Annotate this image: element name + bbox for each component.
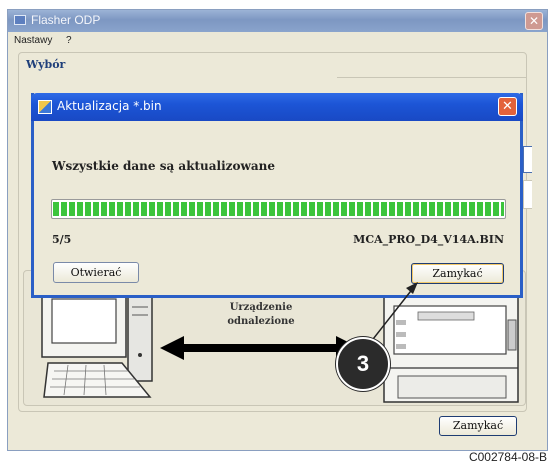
main-close-button[interactable]: Zamykać: [439, 416, 517, 436]
plc-device-icon: [383, 293, 519, 403]
dialog-title: Aktualizacja *.bin: [57, 99, 162, 113]
group-label-wybor: Wybór: [26, 58, 66, 71]
computer-icon: [41, 290, 153, 398]
device-found-line2: odnalezione: [227, 316, 295, 327]
window-app-icon: [14, 15, 26, 25]
partial-field-2[interactable]: [523, 180, 532, 209]
step-callout: 3: [336, 337, 390, 391]
dialog-title-bar[interactable]: Aktualizacja *.bin ✕: [31, 93, 523, 121]
update-progress-bar: [51, 199, 506, 219]
menu-nastawy[interactable]: Nastawy: [14, 35, 52, 46]
dialog-close-button[interactable]: Zamykać: [411, 263, 504, 284]
file-count: 5/5: [52, 233, 72, 246]
menu-bar: Nastawy ?: [8, 32, 547, 50]
main-close-icon[interactable]: ✕: [525, 12, 543, 30]
main-title-bar[interactable]: Flasher ODP ✕: [8, 10, 547, 32]
main-window-title: Flasher ODP: [31, 13, 101, 27]
dialog-app-icon: [38, 100, 52, 114]
dialog-close-icon[interactable]: ✕: [498, 97, 517, 116]
device-found-line1: Urządzenie: [229, 302, 293, 313]
menu-help[interactable]: ?: [66, 35, 72, 46]
double-arrow-icon: [160, 336, 360, 360]
partial-field[interactable]: [523, 146, 532, 173]
update-status-message: Wszystkie dane są aktualizowane: [52, 159, 275, 173]
open-button[interactable]: Otwierać: [53, 262, 139, 283]
device-found-label: Urządzenie odnalezione: [206, 301, 316, 329]
reference-code: C002784-08-B: [468, 450, 547, 464]
current-filename: MCA_PRO_D4_V14A.BIN: [353, 233, 504, 246]
progress-fill: [53, 202, 504, 216]
